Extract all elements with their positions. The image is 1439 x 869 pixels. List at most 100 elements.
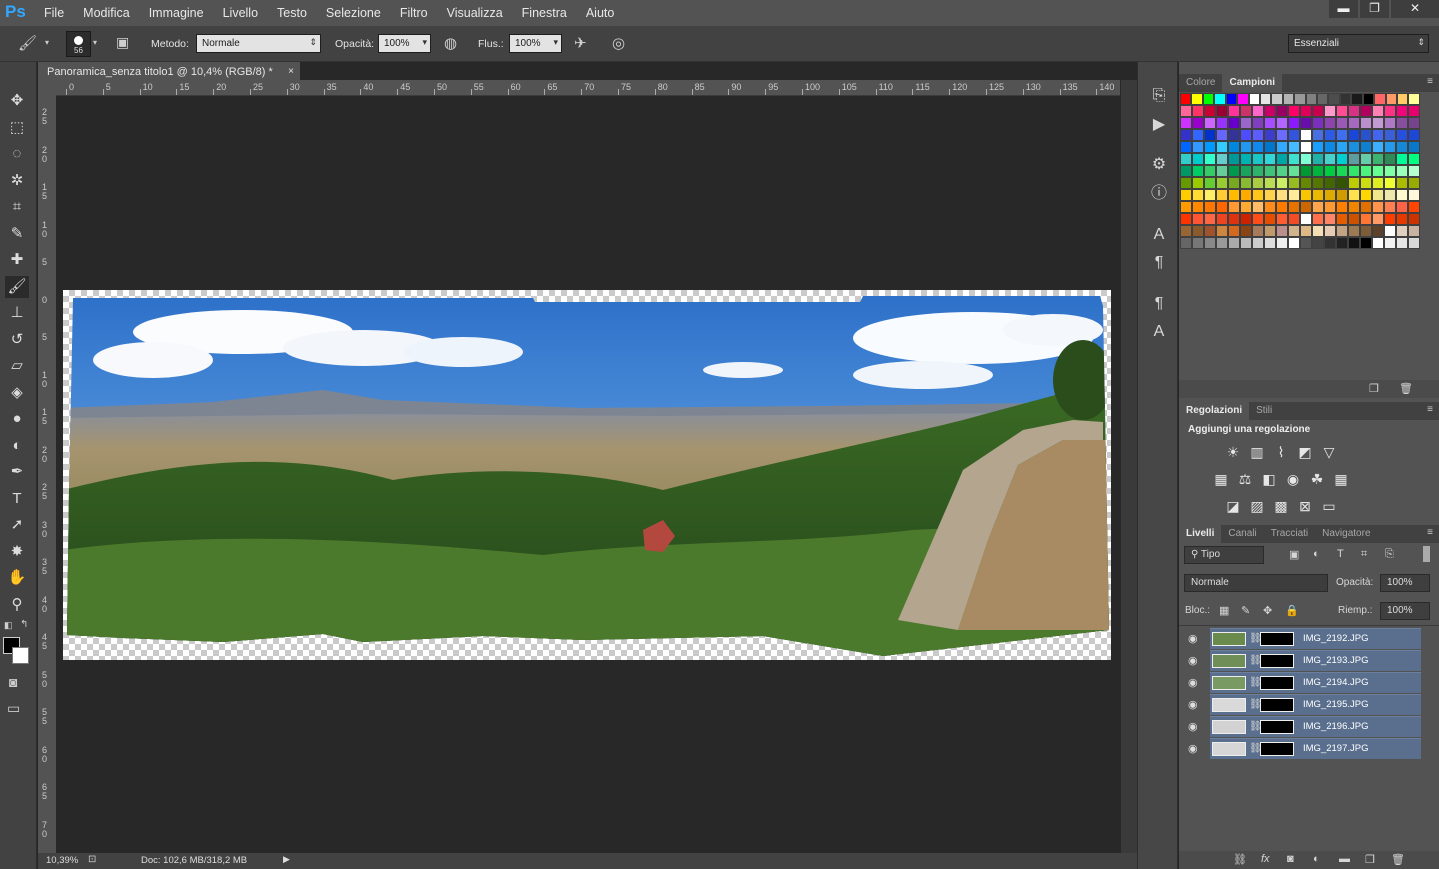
color-swatch[interactable]	[1252, 117, 1264, 129]
color-swatch[interactable]	[1324, 141, 1336, 153]
color-swatch[interactable]	[1204, 141, 1216, 153]
color-swatch[interactable]	[1264, 129, 1276, 141]
color-swatch[interactable]	[1192, 201, 1204, 213]
color-swatch[interactable]	[1264, 189, 1276, 201]
color-swatch[interactable]	[1240, 153, 1252, 165]
layer-mask-thumbnail[interactable]	[1260, 676, 1294, 690]
layer-mask-thumbnail[interactable]	[1260, 654, 1294, 668]
color-swatch[interactable]	[1192, 213, 1204, 225]
color-swatch[interactable]	[1384, 201, 1396, 213]
color-swatch[interactable]	[1216, 117, 1228, 129]
color-swatch[interactable]	[1192, 225, 1204, 237]
color-swatch[interactable]	[1228, 129, 1240, 141]
blend-mode-dropdown[interactable]: Normale	[1184, 574, 1328, 592]
color-swatch[interactable]	[1360, 213, 1372, 225]
color-swatch[interactable]	[1276, 213, 1288, 225]
menu-filtro[interactable]: Filtro	[400, 6, 428, 20]
add-mask-icon[interactable]: ◙	[1287, 853, 1294, 865]
color-swatch[interactable]	[1252, 177, 1264, 189]
tool-presets-icon[interactable]: ⚙	[1148, 155, 1170, 175]
color-swatch[interactable]	[1384, 165, 1396, 177]
tab-navigatore[interactable]: Navigatore	[1315, 525, 1377, 543]
color-swatch[interactable]	[1305, 93, 1318, 105]
color-swatch[interactable]	[1252, 201, 1264, 213]
color-swatch[interactable]	[1288, 129, 1300, 141]
healing-brush-icon[interactable]: ✚	[5, 249, 29, 271]
color-swatch[interactable]	[1264, 237, 1276, 249]
color-swatch[interactable]	[1384, 153, 1396, 165]
color-swatch[interactable]	[1408, 129, 1420, 141]
color-lookup-icon[interactable]: ▦	[1331, 470, 1351, 488]
color-swatch[interactable]	[1360, 165, 1372, 177]
chevron-down-icon[interactable]: ▾	[553, 34, 558, 51]
color-swatch[interactable]	[1348, 105, 1360, 117]
tab-tracciati[interactable]: Tracciati	[1264, 525, 1315, 543]
color-swatch[interactable]	[1312, 201, 1324, 213]
color-swatch[interactable]	[1192, 189, 1204, 201]
fill-field[interactable]: 100%	[1380, 602, 1430, 620]
color-swatch[interactable]	[1372, 213, 1384, 225]
color-swatch[interactable]	[1240, 201, 1252, 213]
brush-panel-icon[interactable]: ▣	[116, 34, 129, 51]
color-swatch[interactable]	[1192, 117, 1204, 129]
actions-panel-icon[interactable]: ▶	[1148, 115, 1170, 135]
filter-shape-icon[interactable]: ⌗	[1361, 548, 1367, 561]
magic-wand-icon[interactable]: ✲	[5, 170, 29, 192]
color-swatch[interactable]	[1396, 189, 1408, 201]
visibility-eye-icon[interactable]: ◉	[1188, 698, 1202, 712]
menu-immagine[interactable]: Immagine	[149, 6, 204, 20]
color-swatch[interactable]	[1216, 201, 1228, 213]
color-swatch[interactable]	[1300, 153, 1312, 165]
color-swatch[interactable]	[1264, 117, 1276, 129]
chevron-down-icon[interactable]: ▾	[45, 38, 49, 47]
minimize-button[interactable]: ▬	[1329, 0, 1358, 18]
dodge-tool-icon[interactable]: ◐	[5, 435, 29, 457]
color-swatch[interactable]	[1216, 141, 1228, 153]
color-swatch[interactable]	[1312, 153, 1324, 165]
color-swatch[interactable]	[1408, 105, 1420, 117]
color-swatch[interactable]	[1276, 129, 1288, 141]
brightness-contrast-icon[interactable]: ☀	[1223, 443, 1243, 461]
color-swatch[interactable]	[1396, 213, 1408, 225]
chevron-down-icon[interactable]: ▾	[93, 38, 97, 47]
color-swatch[interactable]	[1180, 93, 1192, 105]
color-swatch[interactable]	[1384, 117, 1396, 129]
color-swatch[interactable]	[1237, 93, 1249, 105]
color-swatch[interactable]	[1324, 129, 1336, 141]
color-swatch[interactable]	[1216, 213, 1228, 225]
default-colors-icon[interactable]: ◧	[4, 620, 13, 631]
color-swatch[interactable]	[1396, 177, 1408, 189]
menu-modifica[interactable]: Modifica	[83, 6, 130, 20]
layer-row[interactable]: ⛓ IMG_2196.JPG	[1210, 716, 1421, 737]
color-swatch[interactable]	[1348, 141, 1360, 153]
quick-mask-icon[interactable]: ◙	[9, 674, 17, 690]
color-swatch[interactable]	[1288, 141, 1300, 153]
color-swatch[interactable]	[1259, 93, 1272, 105]
color-swatch[interactable]	[1348, 129, 1360, 141]
new-layer-icon[interactable]: ❐	[1365, 853, 1375, 866]
color-swatch[interactable]	[1216, 177, 1228, 189]
lasso-tool-icon[interactable]: ◌	[5, 143, 29, 165]
menu-testo[interactable]: Testo	[277, 6, 307, 20]
color-swatch[interactable]	[1228, 165, 1240, 177]
color-swatch[interactable]	[1240, 141, 1252, 153]
color-swatch[interactable]	[1396, 129, 1408, 141]
color-swatch[interactable]	[1348, 237, 1360, 249]
color-swatch[interactable]	[1336, 165, 1348, 177]
color-swatch[interactable]	[1180, 237, 1192, 249]
color-swatch[interactable]	[1312, 129, 1324, 141]
color-swatch[interactable]	[1360, 105, 1372, 117]
color-swatch[interactable]	[1396, 153, 1408, 165]
menu-finestra[interactable]: Finestra	[522, 6, 567, 20]
color-swatch[interactable]	[1225, 93, 1238, 105]
color-swatch[interactable]	[1408, 237, 1420, 249]
color-swatch[interactable]	[1264, 141, 1276, 153]
color-swatch[interactable]	[1348, 165, 1360, 177]
color-swatch[interactable]	[1180, 201, 1192, 213]
color-swatch[interactable]	[1312, 141, 1324, 153]
color-swatch[interactable]	[1408, 165, 1420, 177]
color-swatch[interactable]	[1372, 201, 1384, 213]
color-swatch[interactable]	[1324, 153, 1336, 165]
color-swatch[interactable]	[1192, 177, 1204, 189]
color-swatch[interactable]	[1336, 117, 1348, 129]
